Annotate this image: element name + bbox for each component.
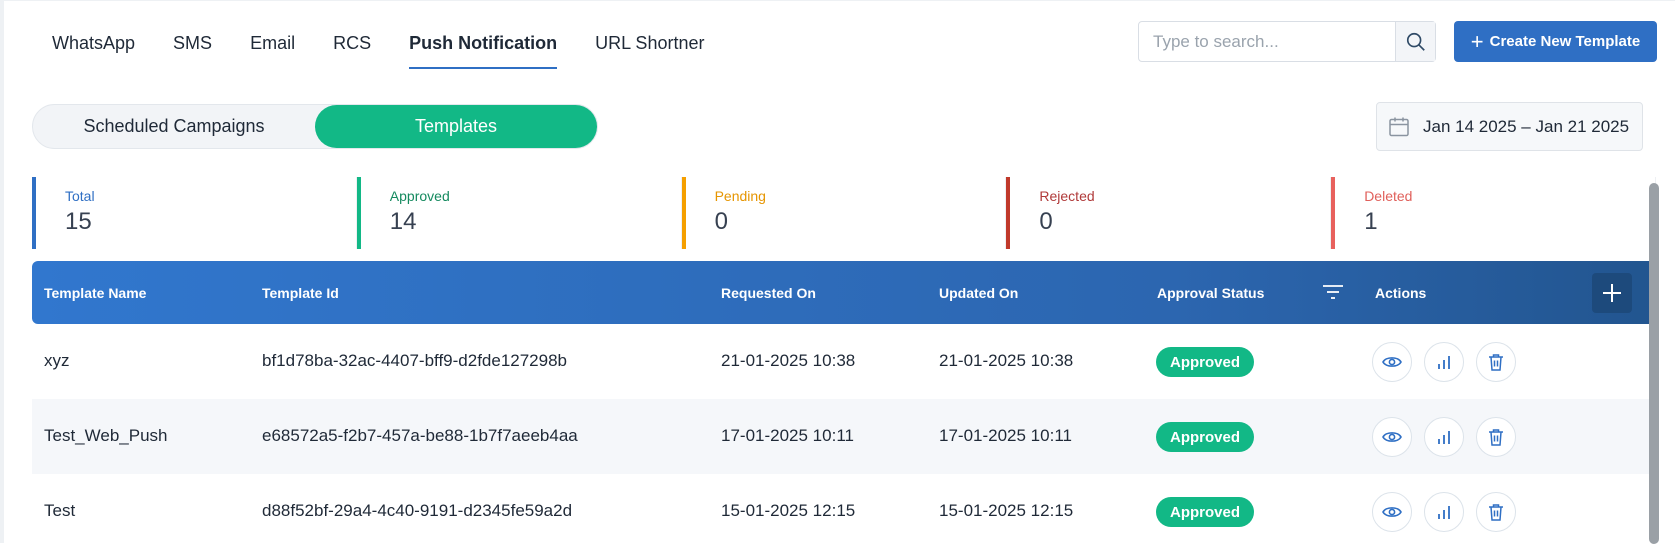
stat-value: 15: [65, 208, 92, 235]
date-range-label: Jan 14 2025 – Jan 21 2025: [1423, 116, 1630, 136]
analytics-button[interactable]: [1424, 342, 1464, 382]
bar-chart-icon: [1438, 431, 1450, 444]
column-header-requested-on: Requested On: [721, 285, 816, 301]
cell-requested-on: 15-01-2025 12:15: [721, 501, 856, 520]
channel-tabs: WhatsApp SMS Email RCS Push Notification…: [52, 29, 742, 69]
segment-scheduled-campaigns[interactable]: Scheduled Campaigns: [33, 105, 315, 148]
column-header-template-name: Template Name: [44, 285, 147, 301]
stat-value: 0: [1039, 208, 1053, 235]
tab-rcs[interactable]: RCS: [333, 29, 371, 69]
filter-icon[interactable]: [1322, 283, 1344, 301]
trash-icon: [1489, 429, 1503, 446]
stat-label: Total: [65, 188, 95, 204]
eye-icon: [1382, 357, 1402, 367]
vertical-scrollbar[interactable]: [1649, 183, 1659, 544]
eye-icon: [1382, 507, 1402, 517]
column-header-actions: Actions: [1375, 285, 1427, 301]
stat-value: 14: [389, 208, 417, 235]
stat-total: Total 15: [32, 177, 357, 249]
segment-templates[interactable]: Templates: [315, 105, 597, 148]
stat-label: Pending: [714, 188, 766, 204]
stat-label: Rejected: [1039, 188, 1095, 204]
table-row: Test_Web_Push e68572a5-f2b7-457a-be88-1b…: [32, 399, 1658, 474]
tab-email[interactable]: Email: [250, 29, 295, 69]
stat-rejected: Rejected 0: [1006, 177, 1332, 249]
cell-template-id: e68572a5-f2b7-457a-be88-1b7f7aeeb4aa: [262, 426, 578, 445]
calendar-icon: [1389, 117, 1409, 136]
view-toggle: Scheduled Campaigns Templates: [32, 104, 598, 149]
eye-icon: [1382, 432, 1402, 442]
delete-button[interactable]: [1476, 492, 1516, 532]
plus-icon: +: [1470, 28, 1484, 54]
cell-template-name: Test_Web_Push: [44, 426, 168, 445]
analytics-button[interactable]: [1424, 492, 1464, 532]
stat-label: Deleted: [1364, 188, 1413, 204]
status-badge: Approved: [1156, 497, 1254, 527]
table-row: Test d88f52bf-29a4-4c40-9191-d2345fe59a2…: [32, 474, 1658, 549]
add-column-button[interactable]: [1592, 273, 1632, 313]
create-new-template-button[interactable]: + Create New Template: [1454, 21, 1657, 62]
bar-chart-icon: [1438, 356, 1450, 369]
cell-updated-on: 17-01-2025 10:11: [939, 426, 1072, 445]
search-input[interactable]: [1139, 22, 1395, 61]
cell-updated-on: 15-01-2025 12:15: [939, 501, 1074, 520]
table-row: xyz bf1d78ba-32ac-4407-bff9-d2fde127298b…: [32, 324, 1658, 399]
stat-pending: Pending 0: [681, 177, 1007, 249]
tab-push-notification[interactable]: Push Notification: [409, 29, 558, 69]
bar-chart-icon: [1438, 506, 1450, 519]
stat-value: 0: [714, 208, 728, 235]
tab-sms[interactable]: SMS: [173, 29, 212, 69]
tab-url-shortner[interactable]: URL Shortner: [595, 29, 704, 69]
cell-requested-on: 21-01-2025 10:38: [721, 351, 856, 370]
stats-row: Total 15 Approved 14 Pending 0 Rejected …: [32, 177, 1656, 249]
cell-updated-on: 21-01-2025 10:38: [939, 351, 1074, 370]
column-header-template-id: Template Id: [262, 285, 339, 301]
view-button[interactable]: [1372, 417, 1412, 457]
search-button[interactable]: [1395, 22, 1435, 61]
plus-icon: [1603, 284, 1621, 302]
column-header-updated-on: Updated On: [939, 285, 1019, 301]
view-button[interactable]: [1372, 342, 1412, 382]
stat-value: 1: [1364, 208, 1378, 235]
analytics-button[interactable]: [1424, 417, 1464, 457]
status-badge: Approved: [1156, 347, 1254, 377]
stat-deleted: Deleted 1: [1331, 177, 1656, 249]
cell-template-name: Test: [44, 501, 76, 520]
tab-whatsapp[interactable]: WhatsApp: [52, 29, 135, 69]
app-frame: WhatsApp SMS Email RCS Push Notification…: [0, 0, 1675, 544]
cell-template-id: bf1d78ba-32ac-4407-bff9-d2fde127298b: [262, 351, 568, 370]
status-badge: Approved: [1156, 422, 1254, 452]
delete-button[interactable]: [1476, 342, 1516, 382]
trash-icon: [1489, 354, 1503, 371]
search-box: [1138, 21, 1436, 62]
cell-requested-on: 17-01-2025 10:11: [721, 426, 854, 445]
trash-icon: [1489, 504, 1503, 521]
search-icon: [1406, 32, 1425, 51]
view-button[interactable]: [1372, 492, 1412, 532]
cell-template-name: xyz: [44, 351, 70, 370]
table-header: Template Name Template Id Requested On U…: [32, 261, 1658, 324]
stat-approved: Approved 14: [356, 177, 682, 249]
date-range-picker[interactable]: Jan 14 2025 – Jan 21 2025: [1376, 102, 1643, 151]
cell-template-id: d88f52bf-29a4-4c40-9191-d2345fe59a2d: [262, 501, 573, 520]
delete-button[interactable]: [1476, 417, 1516, 457]
column-header-approval-status: Approval Status: [1157, 285, 1265, 301]
create-button-label: Create New Template: [1489, 33, 1641, 50]
stat-label: Approved: [389, 188, 450, 204]
